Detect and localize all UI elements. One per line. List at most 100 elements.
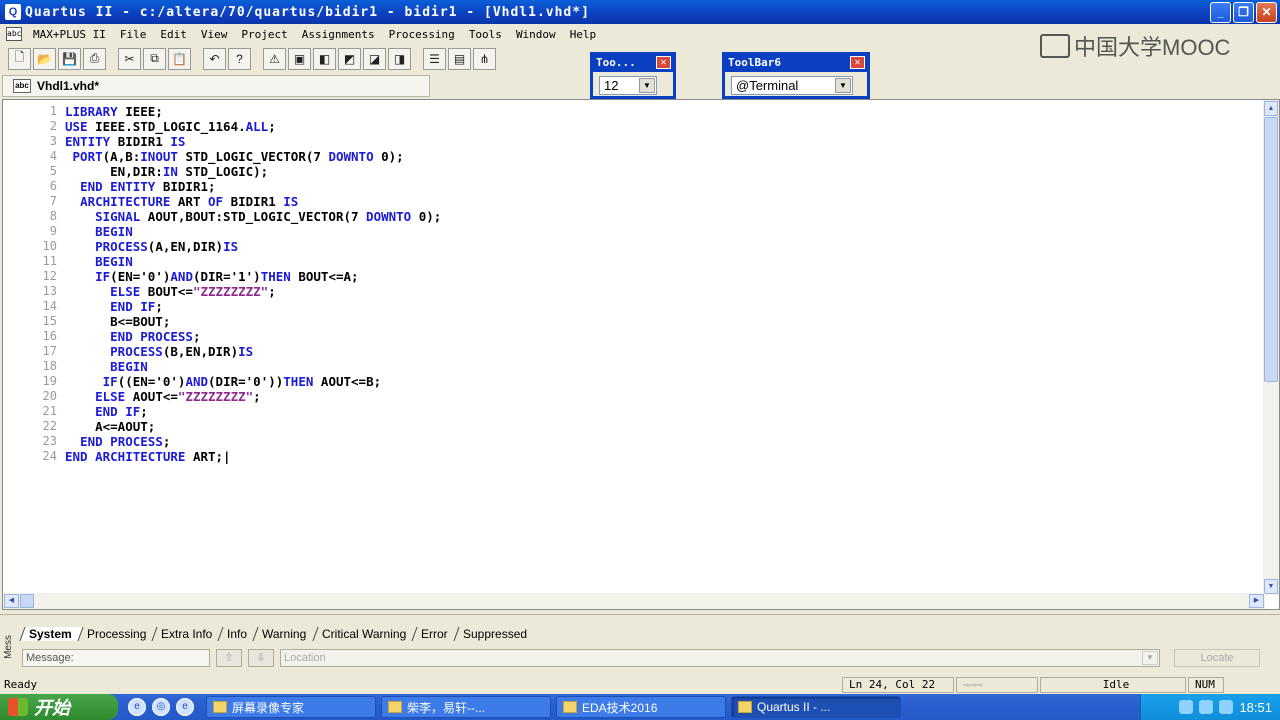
scroll-thumb[interactable] bbox=[1264, 117, 1278, 382]
tray-network-icon[interactable] bbox=[1179, 700, 1194, 714]
save-icon[interactable]: 💾 bbox=[58, 47, 81, 70]
code-line[interactable]: 22 A<=AOUT; bbox=[3, 419, 441, 434]
tab-extra-info[interactable]: Extra Info bbox=[151, 627, 223, 641]
document-icon[interactable]: abc bbox=[6, 27, 22, 41]
tab-critical-warning[interactable]: Critical Warning bbox=[312, 627, 417, 641]
menu-item-edit[interactable]: Edit bbox=[153, 28, 194, 41]
menu-item-assignments[interactable]: Assignments bbox=[295, 28, 382, 41]
tray-volume-icon[interactable] bbox=[1199, 700, 1214, 714]
taskbar-item[interactable]: 柴李，易轩--... bbox=[381, 696, 551, 718]
timing-icon[interactable]: ◨ bbox=[388, 47, 411, 70]
close-button[interactable]: ✕ bbox=[1256, 2, 1277, 23]
close-icon[interactable]: ✕ bbox=[656, 56, 671, 69]
hierarchy-icon[interactable]: ⋔ bbox=[473, 47, 496, 70]
menu-item-view[interactable]: View bbox=[194, 28, 235, 41]
cut-icon[interactable]: ✂ bbox=[118, 47, 141, 70]
code-editor[interactable]: 1 LIBRARY IEEE; 2 USE IEEE.STD_LOGIC_1164. A… bbox=[2, 99, 1280, 610]
font-size-select[interactable]: 12 ▼ bbox=[599, 76, 657, 95]
menu-item-processing[interactable]: Processing bbox=[382, 28, 462, 41]
context-help-icon[interactable]: ? bbox=[228, 47, 251, 70]
code-line[interactable]: 14 END IF; bbox=[3, 299, 441, 314]
taskbar-item[interactable]: EDA技术2016 bbox=[556, 696, 726, 718]
taskbar-item[interactable]: Quartus II - ... bbox=[731, 696, 901, 718]
menu-item-window[interactable]: Window bbox=[509, 28, 563, 41]
floating-toolbar-font[interactable]: ToolBar6 ✕ @Terminal ▼ bbox=[722, 52, 870, 99]
paste-icon[interactable]: 📋 bbox=[168, 47, 191, 70]
menu-item-help[interactable]: Help bbox=[563, 28, 604, 41]
minimize-button[interactable]: _ bbox=[1210, 2, 1231, 23]
tray-security-icon[interactable] bbox=[1219, 700, 1234, 714]
scroll-left-icon[interactable]: ◀ bbox=[4, 594, 19, 608]
code-line[interactable]: 10 PROCESS (A,EN,DIR) IS bbox=[3, 239, 441, 254]
code-line[interactable]: 16 END PROCESS; bbox=[3, 329, 441, 344]
code-line[interactable]: 20 ELSE AOUT<= "ZZZZZZZZ"; bbox=[3, 389, 441, 404]
code-line[interactable]: 18 BEGIN bbox=[3, 359, 441, 374]
taskbar-item[interactable]: 屏幕录像专家 bbox=[206, 696, 376, 718]
close-icon[interactable]: ✕ bbox=[850, 56, 865, 69]
code-line[interactable]: 5 EN,DIR: IN STD_LOGIC); bbox=[3, 164, 441, 179]
code-line[interactable]: 17 PROCESS (B,EN,DIR) IS bbox=[3, 344, 441, 359]
assembler-icon[interactable]: ◪ bbox=[363, 47, 386, 70]
quicklaunch-chrome-icon[interactable]: ◎ bbox=[152, 698, 170, 716]
tab-suppressed[interactable]: Suppressed bbox=[453, 627, 538, 641]
open-folder-icon[interactable]: 📂 bbox=[33, 47, 56, 70]
print-icon[interactable]: ⎙ bbox=[83, 47, 106, 70]
floating-toolbar-font-size[interactable]: Too... ✕ 12 ▼ bbox=[590, 52, 676, 99]
scroll-right-icon[interactable]: ▶ bbox=[1249, 594, 1264, 608]
code-line[interactable]: 23 END PROCESS; bbox=[3, 434, 441, 449]
fitter-icon[interactable]: ◩ bbox=[338, 47, 361, 70]
restore-button[interactable]: ❐ bbox=[1233, 2, 1254, 23]
chevron-down-icon[interactable]: ▼ bbox=[1142, 651, 1158, 665]
netlist-icon[interactable]: ▤ bbox=[448, 47, 471, 70]
chevron-down-icon[interactable]: ▼ bbox=[639, 78, 655, 93]
code-line[interactable]: 11 BEGIN bbox=[3, 254, 441, 269]
quicklaunch-browser-icon[interactable]: e bbox=[128, 698, 146, 716]
code-line[interactable]: 19 IF ((EN='0') AND (DIR='0')) THEN AOUT<=B; bbox=[3, 374, 441, 389]
code-line[interactable]: 21 END IF; bbox=[3, 404, 441, 419]
quicklaunch-ie-icon[interactable]: e bbox=[176, 698, 194, 716]
next-message-icon[interactable]: ⇩ bbox=[248, 649, 274, 667]
tab-warning[interactable]: Warning bbox=[252, 627, 318, 641]
horizontal-scrollbar[interactable]: ◀ ▶ bbox=[3, 593, 1265, 609]
compile-icon[interactable]: ▣ bbox=[288, 47, 311, 70]
locate-button[interactable]: Locate bbox=[1174, 649, 1260, 667]
scroll-up-icon[interactable]: ▲ bbox=[1264, 101, 1278, 116]
message-field[interactable]: Message: bbox=[22, 649, 210, 667]
warning-triangle-icon[interactable]: ⚠ bbox=[263, 47, 286, 70]
code-line[interactable]: 7 ARCHITECTURE ART OF BIDIR1 IS bbox=[3, 194, 441, 209]
code-line[interactable]: 12 IF (EN='0') AND (DIR='1') THEN BOUT<=A; bbox=[3, 269, 441, 284]
menu-item-max-plus-ii[interactable]: MAX+PLUS II bbox=[26, 28, 113, 41]
undo-icon[interactable]: ↶ bbox=[203, 47, 226, 70]
tab-processing[interactable]: Processing bbox=[77, 627, 157, 641]
document-tab[interactable]: abc Vhdl1.vhd* bbox=[2, 75, 430, 97]
analysis-icon[interactable]: ◧ bbox=[313, 47, 336, 70]
menu-item-file[interactable]: File bbox=[113, 28, 154, 41]
font-name-select[interactable]: @Terminal ▼ bbox=[731, 76, 853, 95]
code-line[interactable]: 6 END ENTITY BIDIR1; bbox=[3, 179, 441, 194]
scroll-down-icon[interactable]: ▼ bbox=[1264, 579, 1278, 594]
new-file-icon[interactable]: 🗋 bbox=[8, 47, 31, 70]
chevron-down-icon[interactable]: ▼ bbox=[835, 78, 851, 93]
tab-system[interactable]: System bbox=[19, 627, 83, 641]
menu-item-tools[interactable]: Tools bbox=[462, 28, 509, 41]
code-line[interactable]: 1 LIBRARY IEEE; bbox=[3, 104, 441, 119]
menu-item-project[interactable]: Project bbox=[234, 28, 294, 41]
tab-error[interactable]: Error bbox=[411, 627, 459, 641]
quartus-app-icon[interactable]: Q bbox=[5, 4, 21, 20]
code-line[interactable]: 8 SIGNAL AOUT,BOUT:STD_LOGIC_VECTOR(7 DO… bbox=[3, 209, 442, 224]
code-line[interactable]: 2 USE IEEE.STD_LOGIC_1164. ALL; bbox=[3, 119, 441, 134]
code-line[interactable]: 15 B<=BOUT; bbox=[3, 314, 441, 329]
code-line[interactable]: 13 ELSE BOUT<= "ZZZZZZZZ"; bbox=[3, 284, 441, 299]
location-field[interactable]: Location ▼ bbox=[280, 649, 1160, 667]
report-icon[interactable]: ☰ bbox=[423, 47, 446, 70]
code-line[interactable]: 24 END ARCHITECTURE ART;| bbox=[3, 449, 441, 464]
previous-message-icon[interactable]: ⇧ bbox=[216, 649, 242, 667]
copy-icon[interactable]: ⧉ bbox=[143, 47, 166, 70]
code-area[interactable]: 1 LIBRARY IEEE; 2 USE IEEE.STD_LOGIC_1164. A… bbox=[3, 104, 442, 464]
start-button[interactable]: 开始 bbox=[0, 694, 118, 720]
code-line[interactable]: 9 BEGIN bbox=[3, 224, 441, 239]
code-line[interactable]: 4 PORT (A,B: INOUT STD_LOGIC_VECTOR(7 DOWN… bbox=[3, 149, 441, 164]
code-line[interactable]: 3 ENTITY BIDIR1 IS bbox=[3, 134, 441, 149]
hscroll-thumb[interactable] bbox=[20, 594, 34, 608]
vertical-scrollbar[interactable]: ▲ ▼ bbox=[1263, 100, 1279, 595]
